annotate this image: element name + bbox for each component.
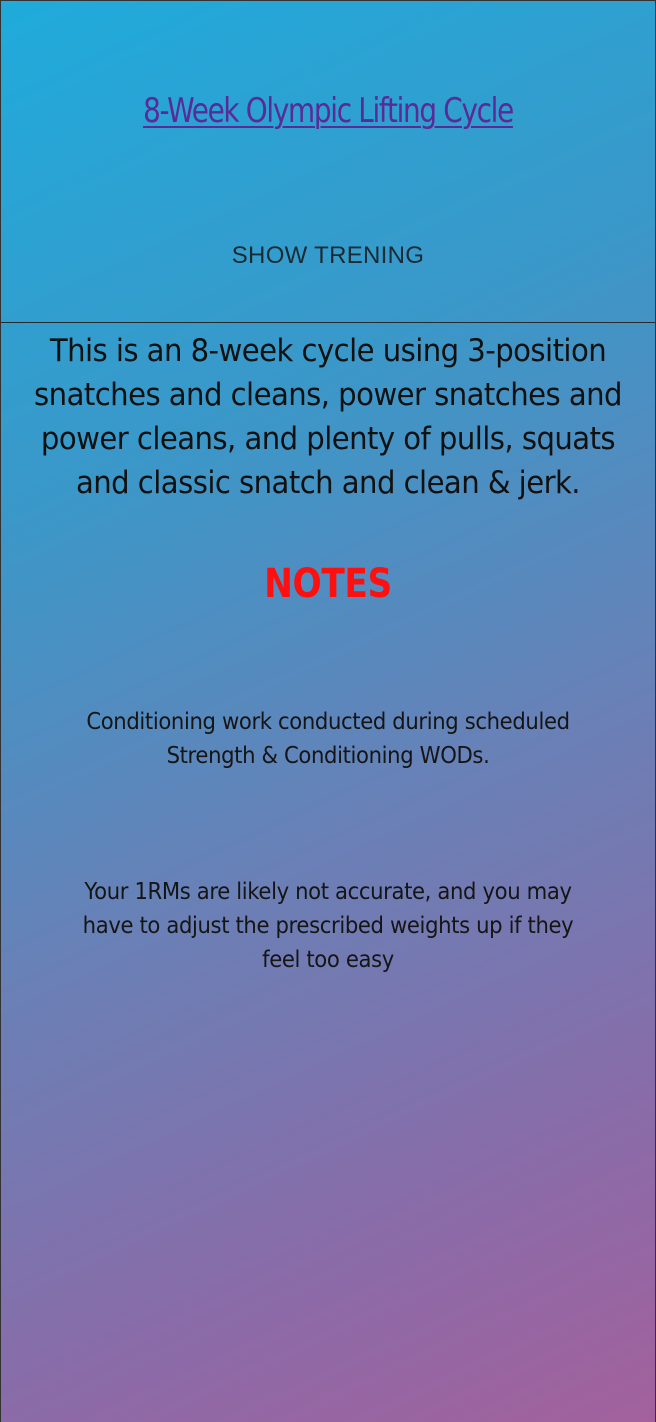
page-header: 8-Week Olympic Lifting Cycle SHOW TRENIN… (1, 1, 655, 323)
note-item: Your 1RMs are likely not accurate, and y… (82, 879, 574, 973)
note-item: Conditioning work conducted during sched… (86, 709, 570, 769)
page-title-link[interactable]: 8-Week Olympic Lifting Cycle (60, 91, 596, 131)
cycle-description: This is an 8-week cycle using 3-position… (34, 333, 622, 501)
show-training-button[interactable]: SHOW TRENING (1, 241, 655, 271)
main-content: This is an 8-week cycle using 3-position… (1, 323, 655, 977)
notes-heading: NOTES (264, 561, 392, 607)
